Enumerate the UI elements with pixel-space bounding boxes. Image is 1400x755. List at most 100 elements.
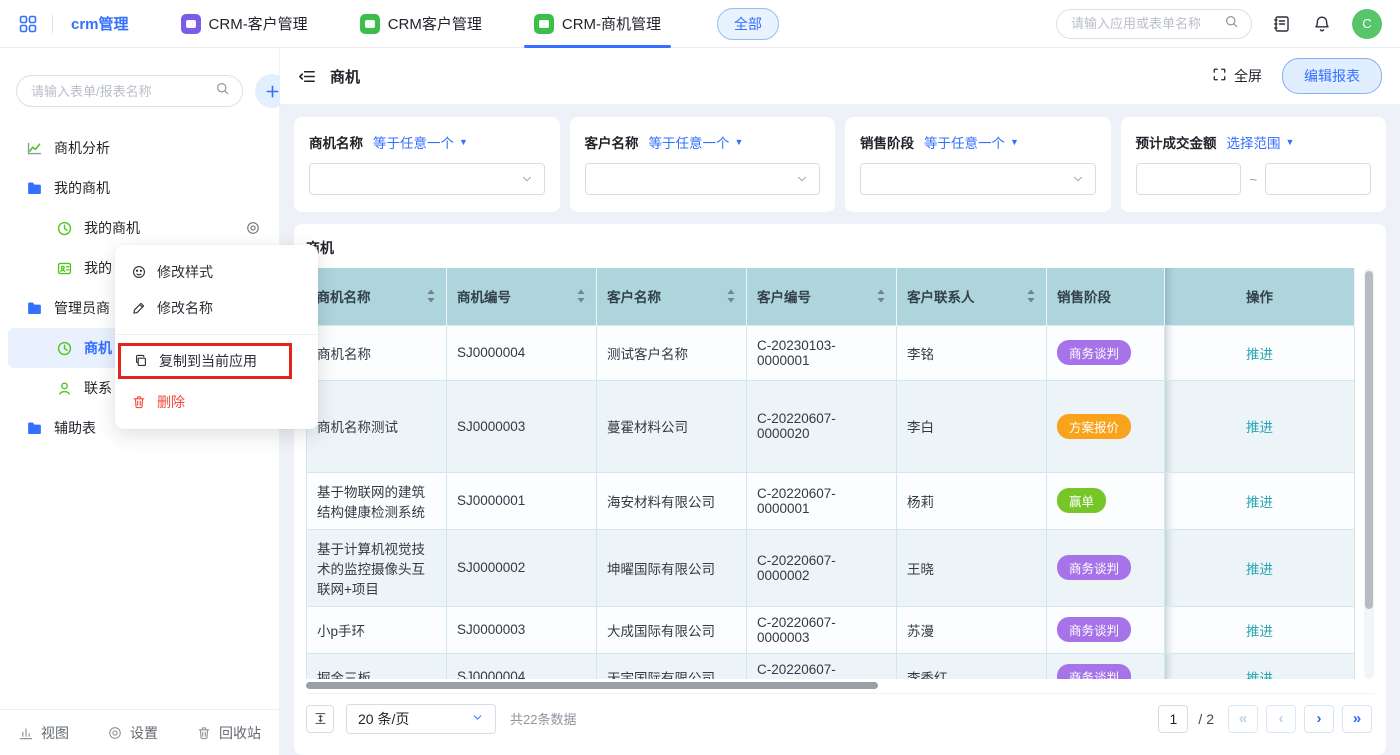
cell-customer-name: 测试客户名称 [597, 325, 747, 380]
cell-customer-code: C-20220607-0000001 [747, 472, 897, 529]
tree-item-1[interactable]: 我的商机 [8, 168, 271, 208]
sidebar-footer-label: 视图 [41, 723, 69, 743]
range-separator: ~ [1249, 172, 1257, 187]
app-icon [181, 14, 201, 34]
filter-label: 销售阶段 [860, 132, 914, 152]
workspace-name[interactable]: crm管理 [71, 13, 129, 34]
search-icon [215, 81, 230, 101]
tree-item-0[interactable]: 商机分析 [8, 128, 271, 168]
form-search-input[interactable] [29, 83, 209, 100]
cell-customer-contact: 李秀红 [897, 653, 1047, 679]
col-header-4[interactable]: 客户联系人 [897, 268, 1047, 325]
table-row-3[interactable]: 基于计算机视觉技术的监控摄像头互联网+项目SJ0000002坤曜国际有限公司C-… [307, 529, 1355, 606]
item-settings-icon[interactable] [245, 220, 261, 236]
app-icon [360, 14, 380, 34]
stage-badge: 方案报价 [1057, 414, 1131, 439]
global-search-input[interactable] [1069, 15, 1218, 32]
sidebar-footer-1[interactable]: 设置 [107, 723, 158, 743]
filter-operator-label: 等于任意一个 [649, 132, 730, 152]
sort-icon[interactable] [576, 289, 586, 303]
sort-icon[interactable] [1026, 289, 1036, 303]
app-tab-2[interactable]: CRM-商机管理 [534, 0, 661, 48]
context-menu-item-2[interactable]: 复制到当前应用 [118, 343, 292, 379]
filter-operator-dropdown[interactable]: 等于任意一个▼ [649, 132, 744, 152]
col-header-0[interactable]: 商机名称 [307, 268, 447, 325]
sort-icon[interactable] [426, 289, 436, 303]
sort-icon[interactable] [726, 289, 736, 303]
filter-card-1: 客户名称等于任意一个▼ [570, 117, 836, 212]
filter-operator-dropdown[interactable]: 等于任意一个▼ [373, 132, 468, 152]
fullscreen-button[interactable]: 全屏 [1212, 66, 1262, 86]
range-max-input[interactable] [1265, 163, 1371, 195]
form-search[interactable] [16, 75, 243, 107]
filter-operator-dropdown[interactable]: 等于任意一个▼ [924, 132, 1019, 152]
advance-link[interactable]: 推进 [1246, 562, 1273, 577]
filter-card-3: 预计成交金额选择范围▼~ [1121, 117, 1387, 212]
avatar[interactable]: C [1352, 9, 1382, 39]
gear-icon [107, 725, 123, 741]
caret-down-icon: ▼ [1286, 137, 1295, 147]
app-tab-label: CRM-客户管理 [209, 13, 308, 34]
sort-icon[interactable] [876, 289, 886, 303]
cell-sales-stage: 商务谈判 [1047, 606, 1165, 653]
filter-select[interactable] [309, 163, 545, 195]
cell-opportunity-name: 小p手环 [307, 606, 447, 653]
filter-select[interactable] [860, 163, 1096, 195]
table-row-1[interactable]: 商机名称测试SJ0000003蔓霍材料公司C-20220607-0000020李… [307, 380, 1355, 472]
sidebar-footer-2[interactable]: 回收站 [196, 723, 261, 743]
advance-link[interactable]: 推进 [1246, 671, 1273, 680]
filter-select[interactable] [585, 163, 821, 195]
chart-line-icon [26, 140, 43, 157]
col-header-3[interactable]: 客户编号 [747, 268, 897, 325]
sidebar-footer-label: 回收站 [219, 723, 261, 743]
app-tab-1[interactable]: CRM客户管理 [360, 0, 482, 48]
tree-item-2[interactable]: 我的商机 [8, 208, 271, 248]
col-header-1[interactable]: 商机编号 [447, 268, 597, 325]
advance-link[interactable]: 推进 [1246, 495, 1273, 510]
cell-actions: 推进 [1165, 529, 1355, 606]
range-min-input[interactable] [1136, 163, 1242, 195]
cell-customer-contact: 李铭 [897, 325, 1047, 380]
collapse-sidebar-icon[interactable] [298, 67, 317, 86]
apps-grid-icon[interactable] [18, 14, 38, 34]
advance-link[interactable]: 推进 [1246, 624, 1273, 639]
filter-operator-dropdown[interactable]: 选择范围▼ [1227, 132, 1295, 152]
table-title: 商机 [306, 238, 1374, 258]
cell-customer-code: C-20220607-0000004 [747, 653, 897, 679]
context-menu-item-3[interactable]: 删除 [115, 384, 318, 420]
global-search[interactable] [1056, 9, 1252, 39]
main-area: 商机 全屏 编辑报表 商机名称等于任意一个▼客户名称等于任意一个▼销售阶段等于任… [280, 48, 1400, 755]
palette-icon [131, 264, 147, 280]
page-size-select[interactable]: 20 条/页 [346, 704, 496, 734]
prev-page-button[interactable]: ‹ [1266, 705, 1296, 733]
current-page-input[interactable]: 1 [1158, 705, 1188, 733]
table-row-5[interactable]: 掘金三板SJ0000004天宇国际有限公司C-20220607-0000004李… [307, 653, 1355, 679]
table-row-2[interactable]: 基于物联网的建筑结构健康检测系统SJ0000001海安材料有限公司C-20220… [307, 472, 1355, 529]
context-menu-item-0[interactable]: 修改样式 [115, 254, 318, 290]
tree-item-label: 管理员商 [54, 298, 110, 318]
table-row-4[interactable]: 小p手环SJ0000003大成国际有限公司C-20220607-0000003苏… [307, 606, 1355, 653]
cell-sales-stage: 商务谈判 [1047, 325, 1165, 380]
table-row-0[interactable]: 商机名称SJ0000004测试客户名称C-20230103-0000001李铭商… [307, 325, 1355, 380]
context-menu-item-1[interactable]: 修改名称 [115, 290, 318, 326]
horizontal-scrollbar[interactable] [306, 681, 1374, 691]
caret-down-icon: ▼ [1010, 137, 1019, 147]
sidebar-footer-0[interactable]: 视图 [18, 723, 69, 743]
advance-link[interactable]: 推进 [1246, 420, 1273, 435]
app-tab-0[interactable]: CRM-客户管理 [181, 0, 308, 48]
last-page-button[interactable]: » [1342, 705, 1372, 733]
col-header-2[interactable]: 客户名称 [597, 268, 747, 325]
vertical-scrollbar[interactable] [1364, 268, 1374, 679]
all-apps-badge[interactable]: 全部 [717, 8, 779, 40]
bell-icon[interactable] [1312, 14, 1332, 34]
next-page-button[interactable]: › [1304, 705, 1334, 733]
advance-link[interactable]: 推进 [1246, 347, 1273, 362]
context-menu: 修改样式修改名称复制到当前应用删除 [115, 245, 318, 429]
edit-report-button[interactable]: 编辑报表 [1282, 58, 1382, 94]
row-height-button[interactable] [306, 705, 334, 733]
tree-item-label: 我的 [84, 258, 112, 278]
first-page-button[interactable]: « [1228, 705, 1258, 733]
cell-actions: 推进 [1165, 653, 1355, 679]
address-book-icon[interactable] [1272, 14, 1292, 34]
filter-label: 商机名称 [309, 132, 363, 152]
